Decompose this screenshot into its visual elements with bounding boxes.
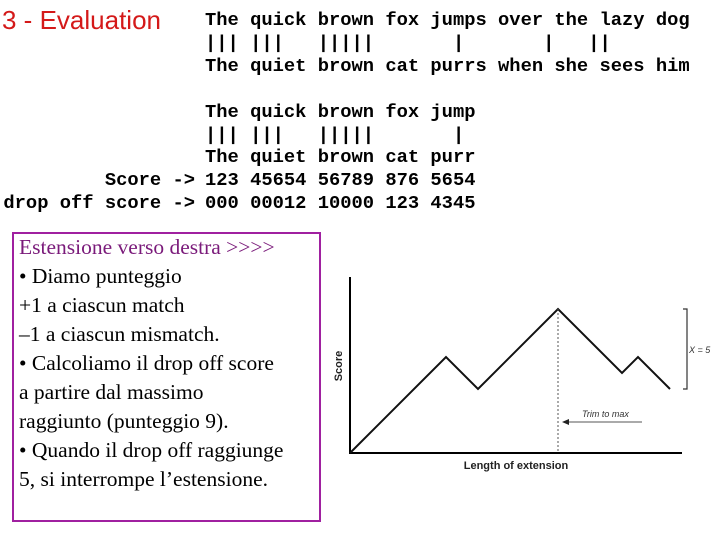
arrow-head-icon xyxy=(562,419,569,425)
dropoff-annotation: X = 5 xyxy=(688,345,711,355)
score-line xyxy=(349,307,671,454)
dropoff-chart: X = 5 Trim to max Length of extension Sc… xyxy=(333,277,711,472)
y-axis-label: Score xyxy=(333,351,345,382)
x-axis-label: Length of extension xyxy=(464,460,569,472)
dropoff-bracket xyxy=(683,308,688,390)
trim-annotation: Trim to max xyxy=(582,409,629,419)
